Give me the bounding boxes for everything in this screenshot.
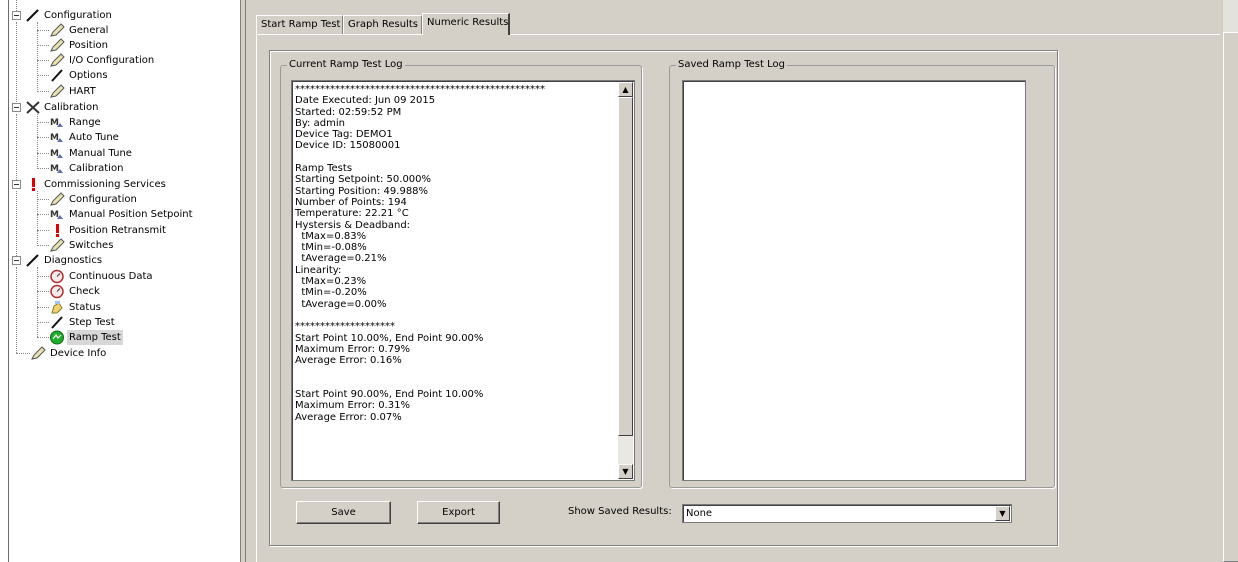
pen-icon <box>25 8 41 23</box>
current-log-group: Current Ramp Test Log ******************… <box>280 59 642 488</box>
tree-label: Position <box>69 40 108 51</box>
status-icon <box>49 300 65 315</box>
tree-label: Status <box>69 302 101 313</box>
saved-log-textbox[interactable] <box>682 80 1026 481</box>
collapse-toggle[interactable] <box>12 11 21 20</box>
calibrate-icon: M <box>49 146 65 161</box>
scroll-up-icon[interactable]: ▲ <box>618 82 633 97</box>
show-saved-results-label: Show Saved Results: <box>568 506 672 517</box>
tree-label: Continuous Data <box>69 271 153 282</box>
tree-line <box>16 191 17 258</box>
tree-label: Configuration <box>44 10 112 21</box>
content-area: Start Ramp Test Graph Results Numeric Re… <box>246 0 1238 562</box>
tab-start-ramp-test[interactable]: Start Ramp Test <box>256 15 343 34</box>
pencil-icon <box>49 23 65 38</box>
tab-numeric-results[interactable]: Numeric Results <box>422 13 510 35</box>
scroll-down-icon[interactable]: ▼ <box>618 464 633 479</box>
tree-label: Range <box>69 117 101 128</box>
saved-log-text <box>686 84 1022 477</box>
tree-label: Device Info <box>50 348 107 359</box>
tree-label: Check <box>69 286 100 297</box>
tree-label: Step Test <box>69 317 115 328</box>
tools-icon <box>25 100 41 115</box>
current-log-textbox[interactable]: ****************************************… <box>291 80 635 481</box>
tree-line <box>16 267 17 353</box>
chevron-down-icon[interactable]: ▼ <box>995 506 1010 521</box>
show-saved-results-select[interactable]: None ▼ <box>682 504 1012 523</box>
collapse-toggle[interactable] <box>12 103 21 112</box>
outer-scroll-thumb[interactable] <box>1223 32 1238 562</box>
collapse-toggle[interactable] <box>12 180 21 189</box>
calibrate-icon: M <box>49 130 65 145</box>
tree-line <box>16 114 17 182</box>
tree-node-calibration[interactable]: Calibration <box>12 100 232 115</box>
collapse-toggle[interactable] <box>12 256 21 265</box>
pencil-icon <box>49 84 65 99</box>
tree-node-configuration[interactable]: Configuration <box>12 8 232 23</box>
ramp-test-icon <box>49 330 65 345</box>
tree-label: HART <box>69 86 96 97</box>
pen-icon <box>49 68 65 83</box>
tree-line <box>37 267 38 337</box>
save-button[interactable]: Save <box>296 501 391 524</box>
tree-label: Switches <box>69 240 114 251</box>
pencil-icon <box>49 53 65 68</box>
tree-label: Manual Position Setpoint <box>69 209 193 220</box>
navigation-tree[interactable]: Configuration General Position I/O Confi… <box>8 0 240 562</box>
tree-node-diagnostics[interactable]: Diagnostics <box>12 253 232 268</box>
tree-label: Options <box>69 70 108 81</box>
tree-label: I/O Configuration <box>69 55 155 66</box>
outer-scrollbar[interactable] <box>1222 0 1238 562</box>
tree-line <box>37 22 38 92</box>
numeric-results-panel: Current Ramp Test Log ******************… <box>256 34 1220 562</box>
tree-label: Manual Tune <box>69 148 132 159</box>
scroll-thumb[interactable] <box>618 97 633 436</box>
current-log-text: ****************************************… <box>295 84 545 423</box>
calibrate-icon: M <box>49 207 65 222</box>
tree-label: Ramp Test <box>67 330 123 345</box>
tree-label: Auto Tune <box>69 132 119 143</box>
calibrate-icon: M <box>49 161 65 176</box>
tree-label: Configuration <box>69 194 137 205</box>
tree-label: General <box>69 25 109 36</box>
tree-node-commissioning-services[interactable]: Commissioning Services <box>12 177 232 192</box>
calibrate-icon: M <box>49 115 65 130</box>
current-log-title: Current Ramp Test Log <box>287 59 405 71</box>
show-saved-results-value: None <box>686 508 713 519</box>
tree-line <box>16 22 17 102</box>
alert-icon <box>49 223 65 238</box>
log-scrollbar[interactable]: ▲ ▼ <box>618 82 633 479</box>
tab-graph-results[interactable]: Graph Results <box>343 15 422 34</box>
results-frame: Current Ramp Test Log ******************… <box>269 50 1058 546</box>
saved-log-title: Saved Ramp Test Log <box>676 59 787 71</box>
pencil-icon <box>30 346 46 361</box>
tree-label: Position Retransmit <box>69 225 166 236</box>
pen-icon <box>49 315 65 330</box>
tree-label: Calibration <box>44 102 99 113</box>
alert-icon <box>25 177 41 192</box>
gauge-icon <box>49 284 65 299</box>
tree-label: Calibration <box>69 163 124 174</box>
pencil-icon <box>49 192 65 207</box>
tree-label: Commissioning Services <box>44 179 166 190</box>
pen-icon <box>25 253 41 268</box>
tree-label: Diagnostics <box>44 255 103 266</box>
pencil-icon <box>49 238 65 253</box>
gauge-icon <box>49 269 65 284</box>
saved-log-group: Saved Ramp Test Log <box>669 59 1055 488</box>
export-button[interactable]: Export <box>417 501 500 524</box>
pencil-icon <box>49 38 65 53</box>
